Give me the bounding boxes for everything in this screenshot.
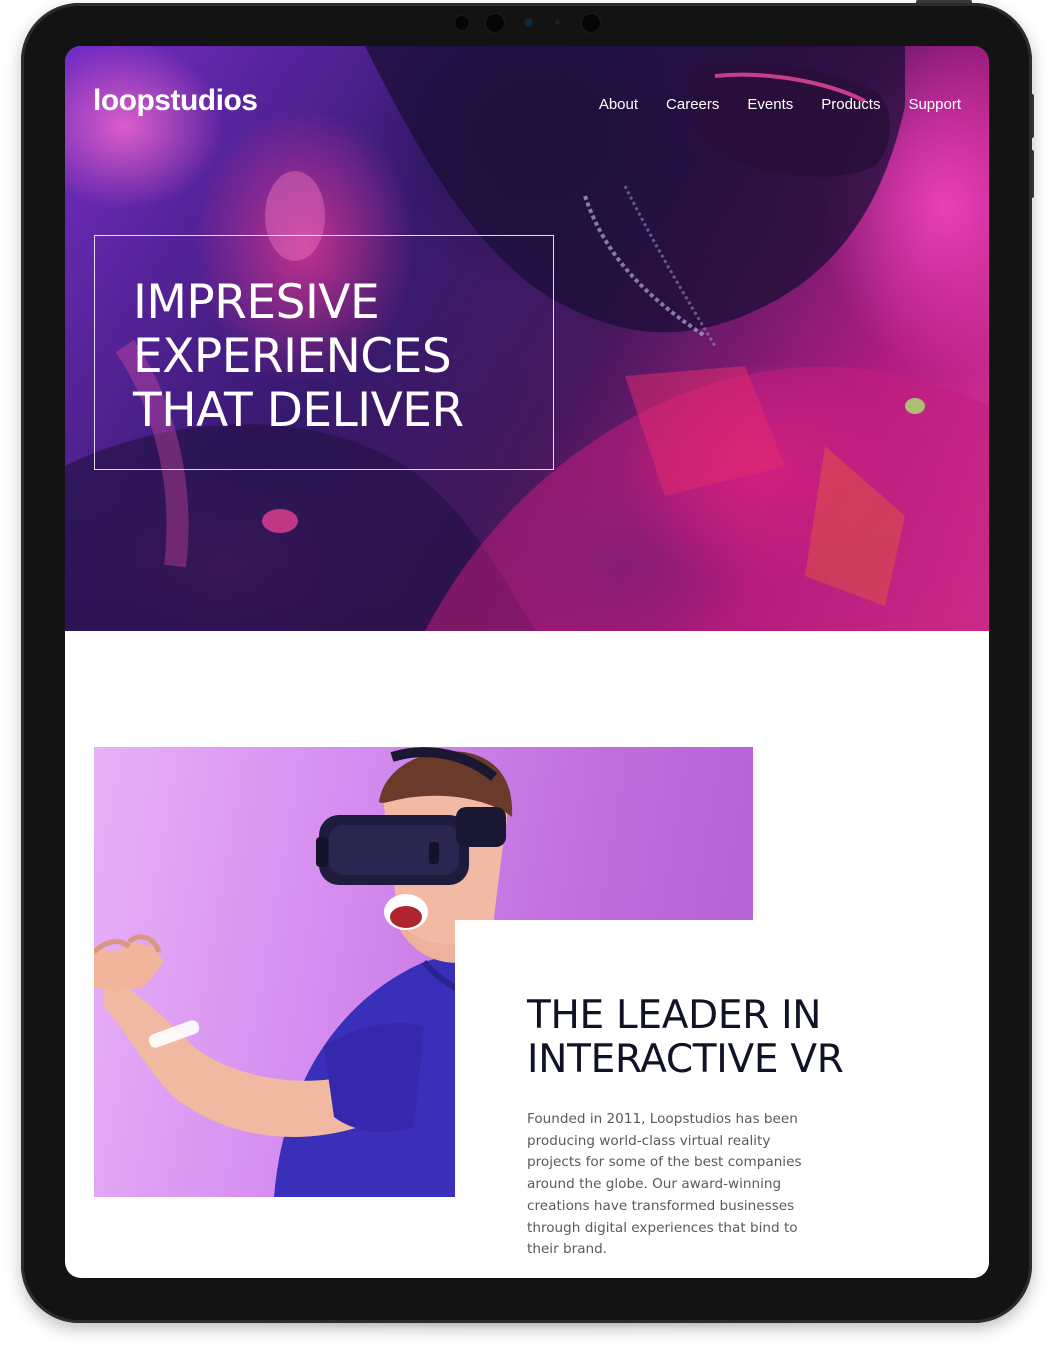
hero-section: loopstudios About Careers Events Product… [65,46,989,631]
site-logo[interactable]: loopstudios [93,84,258,118]
camera-lens-icon [486,14,504,32]
leader-description: Founded in 2011, Loopstudios has been pr… [527,1111,802,1258]
sensor-dot-icon [556,21,559,24]
nav-link-events[interactable]: Events [747,96,793,113]
tablet-screen: loopstudios About Careers Events Product… [65,46,989,1278]
indicator-light-icon [525,19,532,26]
nav-link-careers[interactable]: Careers [666,96,719,113]
primary-nav: About Careers Events Products Support [599,96,961,113]
device-mockup: loopstudios About Careers Events Product… [0,0,1056,1357]
hero-headline-box: IMPRESIVE EXPERIENCES THAT DELIVER [94,235,554,470]
leader-card: THE LEADER IN INTERACTIVE VR Founded in … [455,920,989,1278]
nav-link-products[interactable]: Products [821,96,880,113]
camera-bar [0,14,1056,34]
leader-title: THE LEADER IN INTERACTIVE VR [527,993,844,1082]
nav-link-support[interactable]: Support [908,96,961,113]
hero-headline: IMPRESIVE EXPERIENCES THAT DELIVER [133,275,464,438]
front-camera-icon [582,14,600,32]
nav-link-about[interactable]: About [599,96,638,113]
sensor-icon [455,16,469,30]
